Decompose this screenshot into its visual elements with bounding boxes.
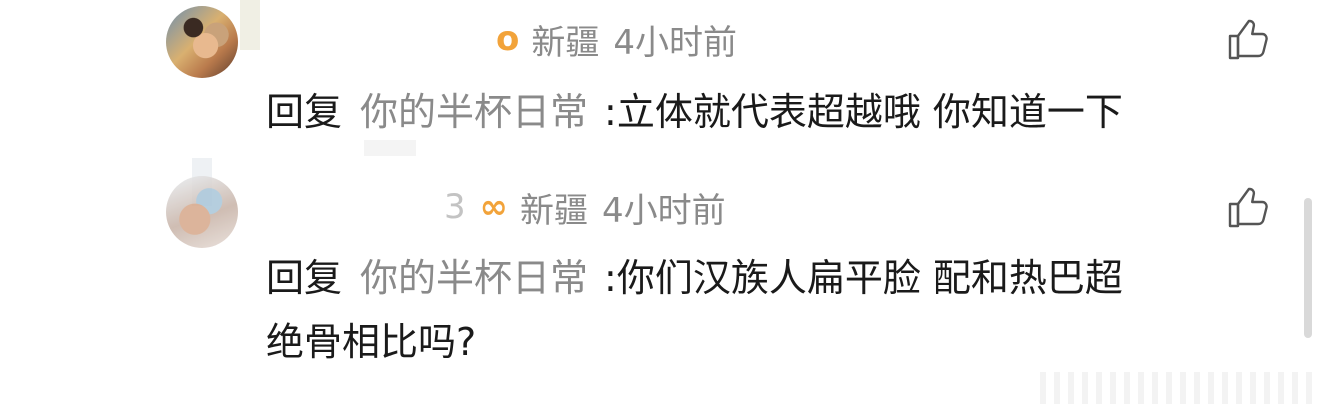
mention-link[interactable]: 你的半杯日常: [360, 90, 588, 134]
username-fragment[interactable]: 3: [444, 187, 466, 227]
mention-link[interactable]: 你的半杯日常: [360, 256, 588, 300]
avatar[interactable]: [166, 6, 238, 78]
comment-meta: o 新疆 4小时前: [496, 16, 737, 63]
thumbs-up-icon[interactable]: [1224, 18, 1268, 62]
comment-line-1: 回复 你的半杯日常 :你们汉族人扁平脸 配和热巴超: [266, 246, 1266, 310]
comment-text: :立体就代表超越哦 你知道一下: [604, 90, 1123, 134]
timestamp: 4小时前: [613, 22, 737, 63]
member-badge-icon: ∞: [479, 187, 508, 227]
location-label: 新疆: [531, 22, 600, 63]
comment-body: 回复 你的半杯日常 :立体就代表超越哦 你知道一下: [266, 80, 1266, 144]
blur-patch: [364, 140, 416, 156]
comment-meta: 3 ∞ 新疆 4小时前: [444, 184, 726, 231]
blur-patch: [240, 0, 260, 50]
scrollbar[interactable]: [1304, 198, 1312, 338]
thumbs-up-icon[interactable]: [1224, 186, 1268, 230]
timestamp: 4小时前: [601, 190, 726, 231]
reply-keyword: 回复: [266, 90, 343, 134]
reply-keyword: 回复: [266, 256, 343, 300]
comment-body: 回复 你的半杯日常 :你们汉族人扁平脸 配和热巴超 绝骨相比吗?: [266, 246, 1266, 374]
avatar[interactable]: [166, 176, 238, 248]
comment-text: :你们汉族人扁平脸 配和热巴超: [604, 256, 1123, 300]
watermark-strip: [1040, 372, 1320, 404]
comment-line-2: 绝骨相比吗?: [266, 320, 477, 364]
member-badge-icon: o: [496, 19, 519, 59]
location-label: 新疆: [519, 190, 588, 231]
